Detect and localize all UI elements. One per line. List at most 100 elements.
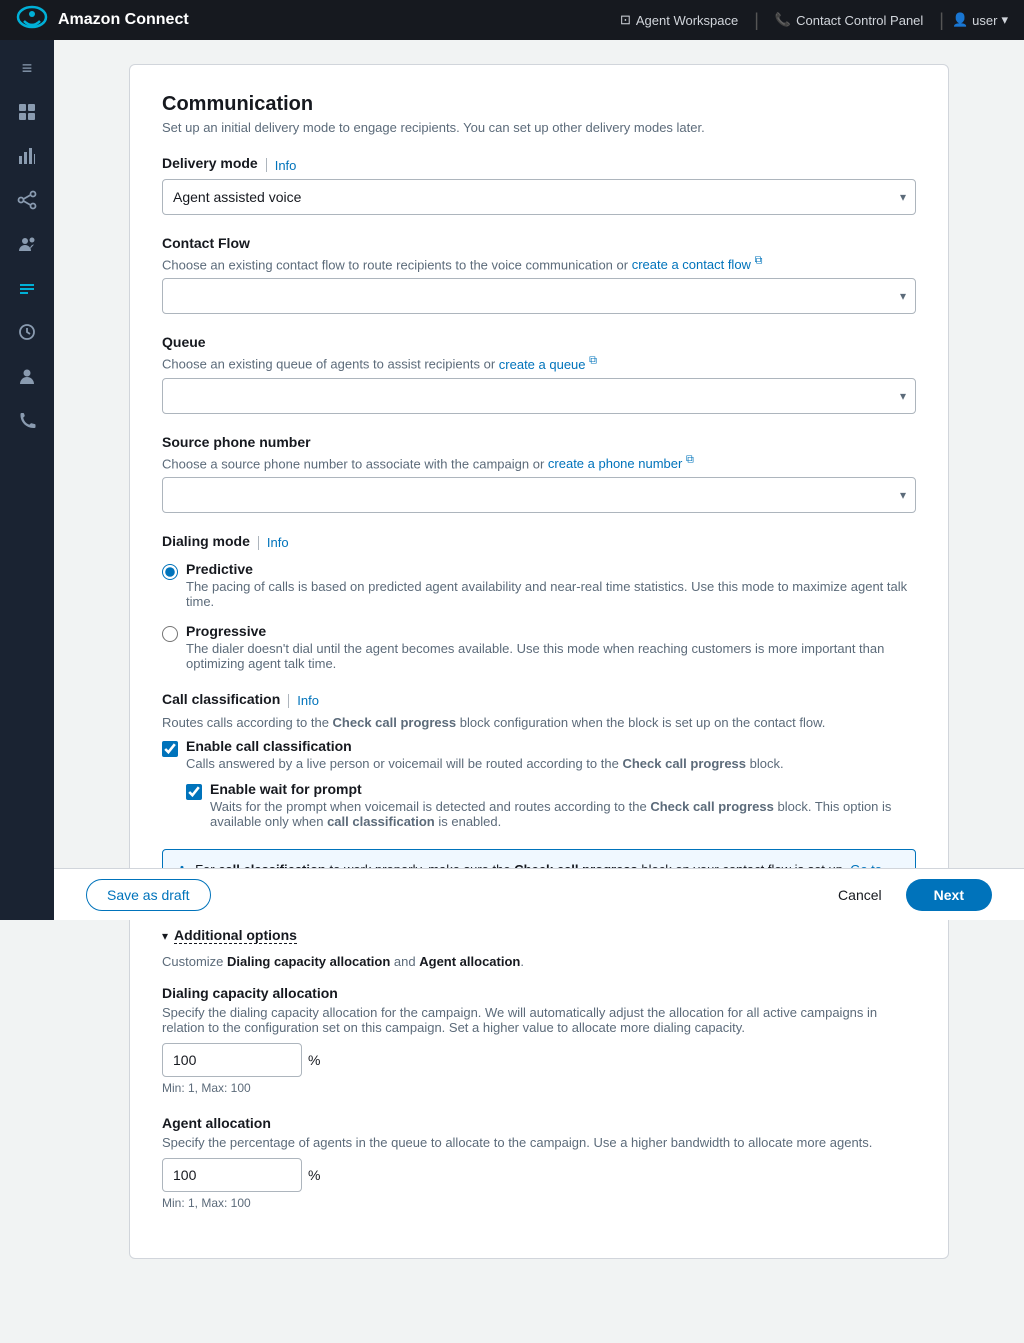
enable-wait-for-prompt-content: Enable wait for prompt Waits for the pro… [210,781,916,829]
create-queue-link[interactable]: create a queue ⧉ [499,357,597,372]
predictive-option-content: Predictive The pacing of calls is based … [186,561,916,609]
call-classification-section: Call classification Info Routes calls ac… [162,691,916,829]
additional-options-section: ▾ Additional options Customize Dialing c… [162,927,916,1210]
call-classification-info-link[interactable]: Info [297,693,319,708]
dialing-mode-label: Dialing mode [162,533,250,549]
enable-wait-for-prompt-checkbox[interactable] [186,784,202,800]
queue-section: Queue Choose an existing queue of agents… [162,334,916,413]
top-navigation: Amazon Connect ⊡ Agent Workspace | 📞 Con… [0,0,1024,40]
contact-control-panel-label: Contact Control Panel [796,13,923,28]
enable-call-classification-checkbox[interactable] [162,741,178,757]
predictive-label: Predictive [186,561,916,577]
agent-workspace-label: Agent Workspace [636,13,738,28]
dialing-capacity-title: Dialing capacity allocation [162,985,916,1001]
call-classification-description: Routes calls according to the Check call… [162,715,916,730]
dialing-mode-info-link[interactable]: Info [267,535,289,550]
enable-wait-for-prompt-description: Waits for the prompt when voicemail is d… [210,799,916,829]
dialing-capacity-description: Specify the dialing capacity allocation … [162,1005,916,1035]
footer-bar: Save as draft Cancel Next [54,868,1024,920]
contact-flow-select[interactable] [162,278,916,314]
next-button[interactable]: Next [906,879,992,911]
dialing-capacity-min-max: Min: 1, Max: 100 [162,1081,916,1095]
additional-options-arrow-icon: ▾ [162,929,168,943]
agent-allocation-description: Specify the percentage of agents in the … [162,1135,916,1150]
external-link-icon: ⧉ [755,255,763,267]
delivery-mode-label: Delivery mode [162,155,258,171]
source-phone-label: Source phone number [162,434,916,450]
agent-allocation-unit: % [308,1167,320,1183]
label-divider [266,158,267,172]
agent-allocation-section: Agent allocation Specify the percentage … [162,1115,916,1210]
app-title: Amazon Connect [58,11,189,29]
main-content: Communication Set up an initial delivery… [54,40,1024,1343]
delivery-mode-select-wrapper: Agent assisted voice Email SMS ▾ [162,179,916,215]
dialing-capacity-input-row: % [162,1043,916,1077]
enable-wait-for-prompt-option: Enable wait for prompt Waits for the pro… [186,781,916,829]
sidebar-item-analytics[interactable] [7,136,47,176]
source-phone-select-wrapper: ▾ [162,477,916,513]
queue-select[interactable] [162,378,916,414]
page-title: Communication [162,93,916,116]
sidebar-item-phone[interactable] [7,400,47,440]
sidebar-item-users[interactable] [7,224,47,264]
sidebar-item-routing[interactable] [7,180,47,220]
progressive-description: The dialer doesn't dial until the agent … [186,641,916,671]
sidebar-item-profile[interactable] [7,356,47,396]
call-classification-checkboxes: Enable call classification Calls answere… [162,738,916,829]
user-dropdown-icon: ▾ [1001,12,1008,28]
delivery-mode-section: Delivery mode Info Agent assisted voice … [162,155,916,215]
agent-allocation-input[interactable] [162,1158,302,1192]
save-as-draft-button[interactable]: Save as draft [86,879,211,911]
phone-icon: 📞 [775,12,791,28]
queue-label: Queue [162,334,916,350]
call-classification-label: Call classification [162,691,280,707]
external-link-icon2: ⧉ [589,354,597,366]
cancel-button[interactable]: Cancel [826,880,894,910]
footer-right-buttons: Cancel Next [826,879,992,911]
source-phone-select[interactable] [162,477,916,513]
additional-options-label: Additional options [174,927,297,944]
enable-call-classification-option: Enable call classification Calls answere… [162,738,916,771]
additional-options-toggle[interactable]: ▾ Additional options [162,927,916,944]
contact-flow-section: Contact Flow Choose an existing contact … [162,235,916,314]
progressive-radio-option: Progressive The dialer doesn't dial unti… [162,623,916,671]
dialing-capacity-input[interactable] [162,1043,302,1077]
create-phone-number-link[interactable]: create a phone number ⧉ [548,456,694,471]
agent-workspace-button[interactable]: ⊡ Agent Workspace [612,8,746,32]
dialing-capacity-allocation-section: Dialing capacity allocation Specify the … [162,985,916,1095]
sidebar: ≡ [0,40,54,920]
source-phone-section: Source phone number Choose a source phon… [162,434,916,513]
progressive-option-content: Progressive The dialer doesn't dial unti… [186,623,916,671]
agent-workspace-icon: ⊡ [620,12,631,28]
source-phone-description: Choose a source phone number to associat… [162,454,916,471]
dialing-mode-section: Dialing mode Info Predictive The pacing … [162,533,916,671]
queue-select-wrapper: ▾ [162,378,916,414]
enable-call-classification-content: Enable call classification Calls answere… [186,738,784,771]
sidebar-item-dashboard[interactable] [7,92,47,132]
call-class-divider [288,694,289,708]
queue-description: Choose an existing queue of agents to as… [162,354,916,371]
enable-call-classification-description: Calls answered by a live person or voice… [186,756,784,771]
user-label: user [972,13,997,28]
sidebar-item-queues[interactable] [7,312,47,352]
contact-control-panel-button[interactable]: 📞 Contact Control Panel [767,8,931,32]
topnav-left: Amazon Connect [16,1,189,39]
dialing-capacity-unit: % [308,1052,320,1068]
nav-divider: | [754,10,759,31]
progressive-radio[interactable] [162,626,178,642]
user-menu-button[interactable]: 👤 user ▾ [952,12,1008,28]
sidebar-menu-toggle[interactable]: ≡ [7,48,47,88]
delivery-mode-info-link[interactable]: Info [275,158,297,173]
sidebar-item-campaigns[interactable] [7,268,47,308]
enable-wait-for-prompt-label: Enable wait for prompt [210,781,916,797]
delivery-mode-select[interactable]: Agent assisted voice Email SMS [162,179,916,215]
amazon-connect-logo-icon [16,1,48,39]
create-contact-flow-link[interactable]: create a contact flow ⧉ [632,257,763,272]
predictive-radio[interactable] [162,564,178,580]
topnav-right: ⊡ Agent Workspace | 📞 Contact Control Pa… [612,8,1008,32]
external-link-icon3: ⧉ [686,454,694,466]
enable-call-classification-label: Enable call classification [186,738,784,754]
agent-allocation-title: Agent allocation [162,1115,916,1131]
dialing-divider [258,536,259,550]
predictive-description: The pacing of calls is based on predicte… [186,579,916,609]
